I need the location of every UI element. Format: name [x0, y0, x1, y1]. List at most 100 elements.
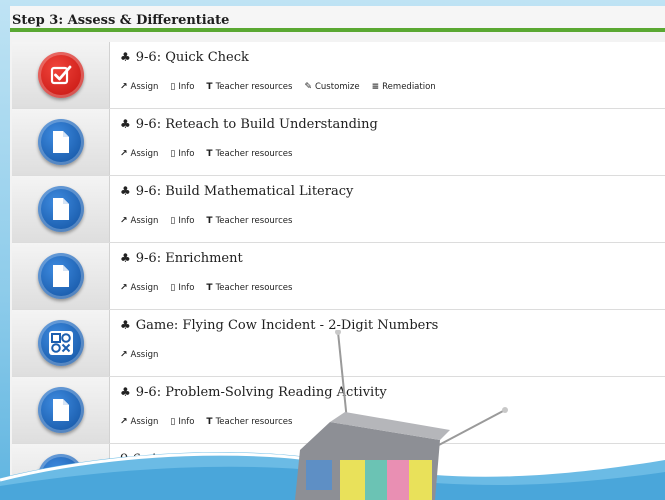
resource-title-text[interactable]: 9-6: Problem-Solving Reading Activity [136, 385, 387, 400]
resource-title[interactable]: ♣ Game: Flying Cow Incident - 2-Digit Num… [120, 318, 665, 340]
resource-title-text[interactable]: 9-6: Reteach to Build Understanding [136, 117, 378, 132]
resource-row: ♣ 9-6: Build Mathematical Literacy ↗ Assign… [12, 176, 665, 243]
info-icon: ▯ [170, 417, 176, 427]
document-icon[interactable] [37, 186, 84, 232]
manipulatives-icon: ♣ [120, 318, 131, 332]
info-link[interactable]: ▯ Info [170, 82, 194, 92]
resource-content: 9-6: Another Look [110, 444, 665, 500]
action-label: Info [178, 82, 195, 92]
info-link[interactable]: ▯ Info [170, 216, 194, 226]
teacher-resources-link[interactable]: T Teacher resources [206, 283, 292, 293]
resource-row: ♣ 9-6: Quick Check ↗ Assign ▯ Info T Teacher re… [12, 42, 665, 109]
teacher-resources-icon: T [206, 216, 213, 226]
manipulatives-icon: ♣ [120, 385, 131, 399]
assign-link[interactable]: ↗ Assign [120, 216, 158, 226]
resource-icon-cell[interactable] [12, 310, 110, 376]
action-label: Info [178, 417, 195, 427]
assign-icon: ↗ [120, 283, 128, 293]
action-label: Info [178, 149, 195, 159]
action-label: Info [178, 283, 195, 293]
resource-title-text[interactable]: 9-6: Another Look [120, 452, 239, 467]
document-icon[interactable] [37, 119, 84, 165]
resource-content: ♣ 9-6: Problem-Solving Reading Activity ↗ A… [110, 377, 665, 443]
document-icon[interactable] [37, 253, 84, 299]
game-icon[interactable] [37, 320, 84, 366]
info-link[interactable]: ▯ Info [170, 417, 194, 427]
customize-link[interactable]: ✎ Customize [304, 82, 359, 92]
resource-title[interactable]: ♣ 9-6: Quick Check [120, 50, 665, 72]
teacher-resources-icon: T [206, 82, 213, 92]
action-label: Teacher resources [215, 216, 293, 226]
action-label: Assign [130, 216, 159, 226]
resource-content: ♣ 9-6: Enrichment ↗ Assign ▯ Info T Teacher res… [110, 243, 665, 309]
resource-content: ♣ 9-6: Quick Check ↗ Assign ▯ Info T Teacher re… [110, 42, 665, 108]
teacher-resources-link[interactable]: T Teacher resources [206, 417, 292, 427]
action-label: Assign [130, 417, 159, 427]
resource-content: ♣ Game: Flying Cow Incident - 2-Digit Num… [110, 310, 665, 376]
info-link[interactable]: ▯ Info [170, 149, 194, 159]
resource-icon-cell[interactable] [12, 377, 110, 443]
document-icon[interactable] [37, 387, 84, 433]
assign-icon: ↗ [120, 417, 128, 427]
teacher-resources-icon: T [206, 283, 213, 293]
resource-title[interactable]: ♣ 9-6: Reteach to Build Understanding [120, 117, 665, 139]
resource-title[interactable]: 9-6: Another Look [120, 452, 665, 474]
action-label: Teacher resources [215, 149, 293, 159]
manipulatives-icon: ♣ [120, 251, 131, 265]
resource-actions: ↗ Assign ▯ Info T Teacher resources [120, 417, 665, 427]
teacher-resources-link[interactable]: T Teacher resources [206, 216, 292, 226]
resource-list: ♣ 9-6: Quick Check ↗ Assign ▯ Info T Teacher re… [12, 42, 665, 500]
resource-title-text[interactable]: 9-6: Quick Check [136, 50, 249, 65]
resource-icon-cell[interactable] [12, 42, 110, 108]
assign-link[interactable]: ↗ Assign [120, 149, 158, 159]
resource-title-text[interactable]: Game: Flying Cow Incident - 2-Digit Numb… [136, 318, 438, 333]
customize-icon: ✎ [304, 82, 312, 92]
resource-title[interactable]: ♣ 9-6: Build Mathematical Literacy [120, 184, 665, 206]
info-icon: ▯ [170, 82, 176, 92]
resource-row: ♣ 9-6: Reteach to Build Understanding ↗ Ass… [12, 109, 665, 176]
info-link[interactable]: ▯ Info [170, 283, 194, 293]
resource-title[interactable]: ♣ 9-6: Problem-Solving Reading Activity [120, 385, 665, 407]
resource-title-text[interactable]: 9-6: Build Mathematical Literacy [136, 184, 354, 199]
assignment-panel: Step 3: Assess & Differentiate ♣ 9-6: Qui… [10, 6, 665, 500]
action-label: Assign [130, 350, 159, 360]
action-label: Remediation [382, 82, 436, 92]
resource-row: ♣ Game: Flying Cow Incident - 2-Digit Num… [12, 310, 665, 377]
teacher-resources-icon: T [206, 149, 213, 159]
resource-icon-cell[interactable] [12, 444, 110, 500]
resource-row: 9-6: Another Look [12, 444, 665, 500]
section-title: Step 3: Assess & Differentiate [10, 6, 665, 32]
resource-actions: ↗ Assign ▯ Info T Teacher resources ✎ Customize… [120, 82, 665, 92]
action-label: Assign [130, 149, 159, 159]
assign-icon: ↗ [120, 350, 128, 360]
assign-link[interactable]: ↗ Assign [120, 82, 158, 92]
action-label: Teacher resources [215, 417, 293, 427]
resource-title[interactable]: ♣ 9-6: Enrichment [120, 251, 665, 273]
resource-title-text[interactable]: 9-6: Enrichment [136, 251, 243, 266]
assign-link[interactable]: ↗ Assign [120, 283, 158, 293]
info-icon: ▯ [170, 283, 176, 293]
action-label: Teacher resources [215, 82, 293, 92]
teacher-resources-icon: T [206, 417, 213, 427]
resource-icon-cell[interactable] [12, 243, 110, 309]
teacher-resources-link[interactable]: T Teacher resources [206, 149, 292, 159]
action-label: Assign [130, 82, 159, 92]
resource-row: ♣ 9-6: Enrichment ↗ Assign ▯ Info T Teacher res… [12, 243, 665, 310]
assign-link[interactable]: ↗ Assign [120, 350, 158, 360]
check-icon[interactable] [37, 52, 84, 98]
resource-icon-cell[interactable] [12, 176, 110, 242]
action-label: Info [178, 216, 195, 226]
assign-icon: ↗ [120, 149, 128, 159]
manipulatives-icon: ♣ [120, 184, 131, 198]
assign-link[interactable]: ↗ Assign [120, 417, 158, 427]
remediation-link[interactable]: ≡ Remediation [372, 82, 436, 92]
pointer-hand-icon[interactable] [37, 454, 84, 500]
resource-icon-cell[interactable] [12, 109, 110, 175]
resource-actions: ↗ Assign ▯ Info T Teacher resources [120, 283, 665, 293]
teacher-resources-link[interactable]: T Teacher resources [206, 82, 292, 92]
resource-content: ♣ 9-6: Reteach to Build Understanding ↗ Ass… [110, 109, 665, 175]
assign-icon: ↗ [120, 82, 128, 92]
remediation-icon: ≡ [371, 82, 380, 92]
resource-actions: ↗ Assign ▯ Info T Teacher resources [120, 216, 665, 226]
manipulatives-icon: ♣ [120, 117, 131, 131]
